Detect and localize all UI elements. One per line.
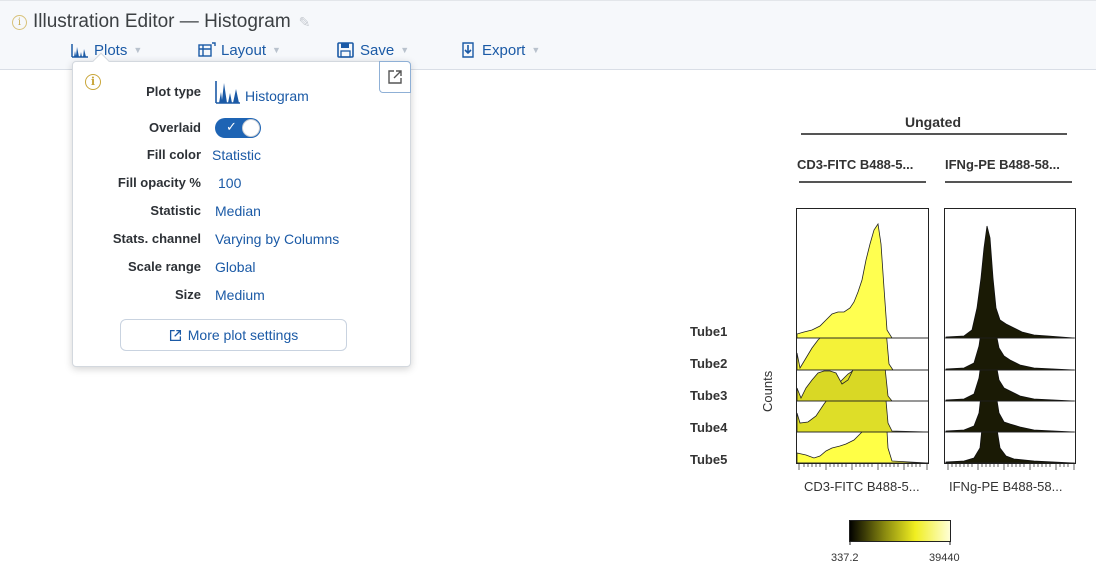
- menu-layout[interactable]: Layout ▼: [198, 39, 281, 61]
- info-icon[interactable]: i: [12, 14, 27, 30]
- x-axis-ticks-ifng: [947, 464, 1075, 470]
- row-label-tube1: Tube1: [690, 324, 728, 339]
- export-icon: [462, 42, 474, 58]
- fill-opacity-input[interactable]: 100: [218, 175, 241, 191]
- fill-color-select[interactable]: Statistic: [212, 147, 261, 163]
- check-icon: ✓: [226, 119, 237, 134]
- column-rule-cd3: [799, 181, 926, 183]
- stats-channel-label: Stats. channel: [112, 231, 201, 246]
- pencil-icon[interactable]: ✎: [299, 14, 311, 31]
- x-axis-label-ifng: IFNg-PE B488-58...: [949, 479, 1063, 494]
- row-label-tube5: Tube5: [690, 452, 728, 467]
- row-label-tube2: Tube2: [690, 356, 728, 371]
- size-select[interactable]: Medium: [215, 287, 265, 303]
- color-scale-bar: [849, 520, 951, 545]
- open-external-button[interactable]: [379, 61, 411, 93]
- histogram-panel-cd3[interactable]: [796, 208, 930, 472]
- chevron-down-icon: ▼: [531, 45, 541, 55]
- histogram-icon: [71, 44, 88, 58]
- y-axis-label: Counts: [760, 370, 775, 412]
- more-plot-settings-button[interactable]: More plot settings: [120, 319, 347, 351]
- row-label-tube3: Tube3: [690, 388, 728, 403]
- chevron-down-icon: ▼: [272, 45, 281, 55]
- plot-type-label: Plot type: [146, 84, 201, 99]
- menu-layout-label: Layout: [221, 41, 267, 59]
- histogram-panel-ifng[interactable]: [944, 208, 1078, 472]
- column-header-cd3: CD3-FITC B488-5...: [797, 157, 914, 172]
- menu-export[interactable]: Export ▼: [459, 39, 540, 61]
- plot-type-value: Histogram: [245, 88, 309, 104]
- menu-save[interactable]: Save ▼: [337, 39, 409, 61]
- menu-save-label: Save: [360, 41, 395, 59]
- column-rule-ifng: [945, 181, 1072, 183]
- title-row: i Illustration Editor — Histogram ✎: [12, 10, 310, 34]
- scale-range-select[interactable]: Global: [215, 259, 255, 275]
- page-title: Illustration Editor — Histogram: [33, 11, 291, 32]
- x-axis-ticks-cd3: [798, 464, 928, 470]
- overlaid-toggle[interactable]: ✓: [215, 118, 261, 138]
- menu-export-label: Export: [482, 41, 526, 59]
- toggle-knob: [242, 119, 260, 137]
- group-header: Ungated: [905, 114, 961, 130]
- row-label-tube4: Tube4: [690, 420, 728, 435]
- more-plot-settings-label: More plot settings: [187, 327, 299, 343]
- color-scale-max: 39440: [929, 552, 960, 564]
- app-header: i Illustration Editor — Histogram ✎ Plot…: [0, 0, 1096, 70]
- group-header-rule: [801, 133, 1067, 135]
- save-icon: [337, 42, 354, 58]
- chevron-down-icon: ▼: [133, 45, 143, 55]
- statistic-select[interactable]: Median: [215, 203, 261, 219]
- fill-opacity-label: Fill opacity %: [117, 175, 201, 190]
- statistic-label: Statistic: [150, 203, 201, 218]
- fill-color-label: Fill color: [146, 147, 201, 162]
- plot-type-select[interactable]: Histogram: [215, 80, 309, 104]
- stats-channel-select[interactable]: Varying by Columns: [215, 231, 339, 247]
- external-link-icon: [169, 329, 181, 341]
- layout-icon: [198, 42, 216, 57]
- x-axis-label-cd3: CD3-FITC B488-5...: [804, 479, 920, 494]
- plot-settings-popover: i Plot type Histogram Overlaid ✓ Fill co…: [72, 52, 411, 367]
- color-scale-min: 337.2: [831, 552, 859, 564]
- chevron-down-icon: ▼: [400, 45, 410, 55]
- scale-range-label: Scale range: [128, 259, 201, 274]
- column-header-ifng: IFNg-PE B488-58...: [945, 157, 1060, 172]
- histogram-icon: [215, 81, 240, 104]
- external-link-icon: [388, 70, 402, 84]
- overlaid-label: Overlaid: [148, 120, 201, 135]
- size-label: Size: [174, 287, 201, 302]
